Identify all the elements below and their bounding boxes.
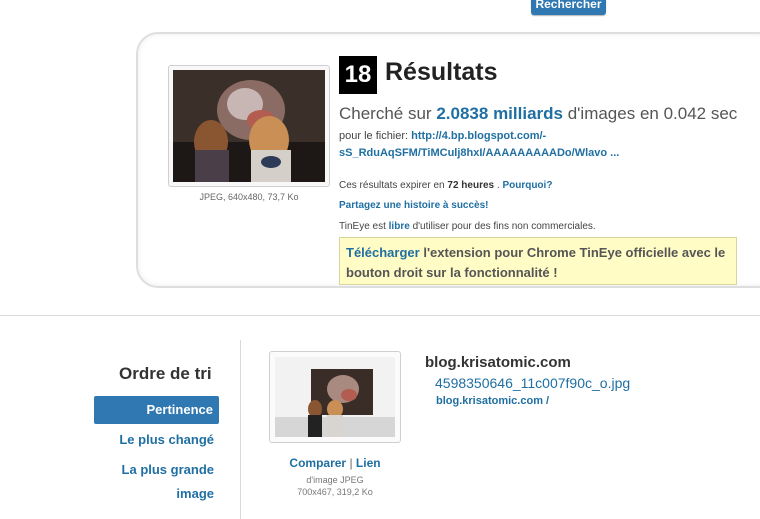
- result-image-thumbnail[interactable]: [269, 351, 401, 443]
- file-label: pour le fichier:: [339, 130, 409, 142]
- free-prefix: TinEye est: [339, 221, 386, 232]
- expire-sep: .: [496, 180, 500, 191]
- result-file-link[interactable]: 4598350646_11c007f90c_o.jpg: [435, 375, 630, 391]
- section-divider: [0, 315, 760, 316]
- query-image: [173, 70, 325, 182]
- query-image-thumbnail: [168, 65, 330, 187]
- compare-separator: |: [349, 456, 353, 470]
- sidebar-divider: [240, 340, 241, 519]
- search-button[interactable]: Rechercher: [531, 0, 606, 15]
- download-link[interactable]: Télécharger: [346, 245, 420, 260]
- sort-title: Ordre de tri: [119, 364, 212, 383]
- searched-suffix: d'images en 0.042 sec: [567, 104, 738, 123]
- sort-option-biggest-cont[interactable]: image: [176, 486, 214, 501]
- searched-count: 2.0838 milliards: [436, 104, 563, 123]
- sort-option-relevance[interactable]: Pertinence: [94, 396, 219, 424]
- query-image-meta: JPEG, 640x480, 73,7 Ko: [199, 192, 299, 202]
- expire-note: Ces résultats expirer en 72 heures . Pou…: [339, 180, 552, 191]
- file-url-link[interactable]: http://4.bp.blogspot.com/-: [411, 130, 546, 142]
- free-link[interactable]: libre: [389, 221, 410, 232]
- sort-option-biggest[interactable]: La plus grande: [122, 462, 214, 477]
- result-image-meta: d'image JPEG 700x467, 319,2 Ko: [269, 474, 401, 498]
- results-count-badge: 18: [339, 56, 377, 94]
- result-page-link[interactable]: blog.krisatomic.com /: [436, 395, 549, 407]
- result-meta-type: d'image JPEG: [306, 475, 364, 485]
- result-meta-size: 700x467, 319,2 Ko: [297, 487, 373, 497]
- compare-links: Comparer | Lien: [269, 456, 401, 470]
- expire-prefix: Ces résultats expirer en: [339, 180, 445, 191]
- file-url-link-cont[interactable]: sS_RduAqSFM/TiMCulj8hxI/AAAAAAAAADo/Wlav…: [339, 147, 619, 159]
- searched-summary: Cherché sur 2.0838 milliards d'images en…: [339, 104, 737, 124]
- results-title: Résultats: [385, 58, 498, 86]
- share-story-link[interactable]: Partagez une histoire à succès!: [339, 200, 489, 211]
- image-link[interactable]: Lien: [356, 456, 381, 470]
- chrome-extension-promo: Télécharger l'extension pour Chrome TinE…: [339, 237, 737, 285]
- free-suffix: d'utiliser pour des fins non commerciale…: [412, 221, 596, 232]
- file-info: pour le fichier: http://4.bp.blogspot.co…: [339, 128, 619, 162]
- result-image: [275, 357, 395, 437]
- compare-link[interactable]: Comparer: [289, 456, 346, 470]
- free-use-note: TinEye est libre d'utiliser pour des fin…: [339, 221, 596, 232]
- why-link[interactable]: Pourquoi?: [502, 180, 552, 191]
- result-domain: blog.krisatomic.com: [425, 354, 571, 371]
- searched-prefix: Cherché sur: [339, 104, 432, 123]
- sort-option-most-changed[interactable]: Le plus changé: [119, 432, 214, 447]
- expire-time: 72 heures: [447, 180, 495, 191]
